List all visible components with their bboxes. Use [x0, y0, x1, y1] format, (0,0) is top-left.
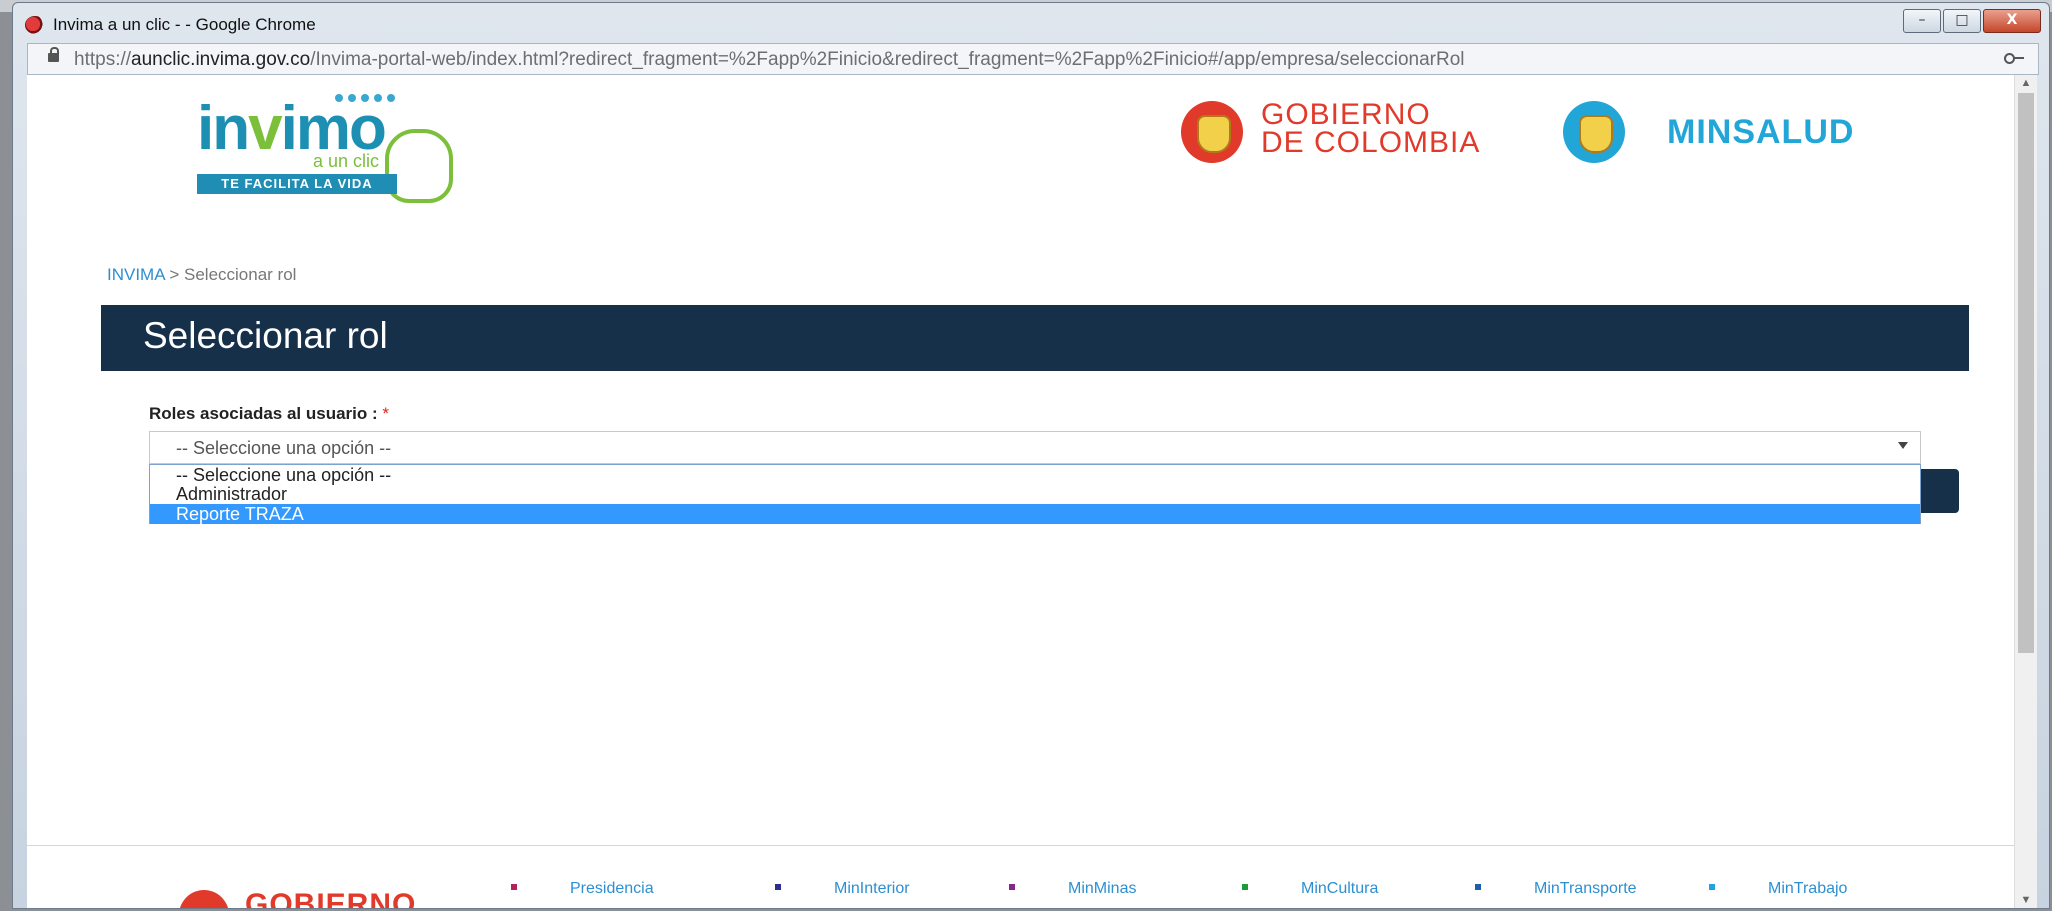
vertical-scrollbar[interactable]: ▲ ▼ — [2014, 75, 2037, 908]
footer-bullet-icon — [775, 884, 781, 890]
close-icon: X — [2006, 12, 2018, 28]
title-bar[interactable]: Invima a un clic - - Google Chrome – □ X — [13, 3, 2049, 37]
logo-sub: a un clic — [313, 151, 380, 171]
breadcrumb-current: Seleccionar rol — [184, 265, 297, 284]
footer-link[interactable]: MinInterior — [834, 880, 910, 898]
page-title-bar: Seleccionar rol — [101, 305, 1969, 371]
url-host: aunclic.invima.gov.co — [131, 49, 311, 70]
chevron-down-icon — [1898, 442, 1908, 449]
breadcrumb-separator: > — [164, 265, 184, 284]
scroll-up-icon[interactable]: ▲ — [2015, 75, 2037, 91]
footer: GOBIERNO Presidencia MinInterior MinMina… — [27, 845, 2015, 908]
url-path: /Invima-portal-web/index.html?redirect_f… — [310, 49, 1465, 70]
url-text[interactable]: https://aunclic.invima.gov.co/Invima-por… — [74, 49, 1465, 71]
footer-link[interactable]: MinMinas — [1068, 880, 1136, 898]
logo-dots — [335, 89, 415, 102]
page-viewport: invimo a un clic TE FACILITA LA VIDA GOB… — [27, 75, 2037, 908]
window-controls: – □ X — [1903, 9, 2041, 33]
dropdown-option[interactable]: Administrador — [150, 484, 1920, 504]
footer-bullet-icon — [1709, 884, 1715, 890]
footer-gobierno-seal-icon — [179, 890, 229, 908]
key-icon[interactable] — [2004, 52, 2024, 64]
footer-link[interactable]: MinTrabajo — [1768, 880, 1847, 898]
logo-tagline: TE FACILITA LA VIDA — [197, 174, 397, 194]
footer-bullet-icon — [1475, 884, 1481, 890]
breadcrumb-root-link[interactable]: INVIMA — [107, 265, 165, 284]
minsalud-seal-icon — [1563, 101, 1625, 163]
breadcrumb: INVIMA > Seleccionar rol — [107, 265, 296, 285]
roles-select-value: -- Seleccione una opción -- — [176, 438, 392, 458]
maximize-icon: □ — [1955, 12, 1969, 28]
minsalud-logo: MINSALUD — [1667, 113, 1855, 151]
scroll-thumb[interactable] — [2018, 93, 2034, 653]
url-scheme: https:// — [74, 49, 132, 70]
footer-link[interactable]: MinCultura — [1301, 880, 1378, 898]
logo-word-a: in — [197, 94, 250, 163]
invima-logo[interactable]: invimo a un clic TE FACILITA LA VIDA — [185, 89, 485, 209]
footer-bullet-icon — [511, 884, 517, 890]
chrome-app-icon — [25, 16, 45, 34]
logo-word-b: v — [248, 94, 283, 163]
close-button[interactable]: X — [1983, 9, 2041, 33]
dropdown-option[interactable]: -- Seleccione una opción -- — [150, 465, 1920, 485]
browser-window: Invima a un clic - - Google Chrome – □ X… — [12, 2, 2050, 909]
scroll-down-icon[interactable]: ▼ — [2015, 892, 2037, 908]
footer-link[interactable]: Presidencia — [570, 880, 654, 898]
roles-select[interactable]: -- Seleccione una opción -- — [149, 431, 1921, 464]
roles-label: Roles asociadas al usuario : * — [149, 404, 389, 424]
footer-link[interactable]: MinTransporte — [1534, 880, 1637, 898]
footer-bullet-icon — [1009, 884, 1015, 890]
minimize-icon: – — [1918, 12, 1926, 28]
required-mark: * — [382, 404, 390, 423]
lock-icon[interactable] — [48, 47, 59, 62]
footer-bullet-icon — [1242, 884, 1248, 890]
address-bar[interactable]: https://aunclic.invima.gov.co/Invima-por… — [27, 43, 2039, 75]
roles-dropdown-list: -- Seleccione una opción -- Administrado… — [149, 464, 1921, 524]
gobierno-line1: GOBIERNO — [1261, 98, 1431, 131]
maximize-button[interactable]: □ — [1943, 9, 1981, 33]
gobierno-line2: DE COLOMBIA — [1261, 126, 1481, 159]
window-title: Invima a un clic - - Google Chrome — [53, 15, 316, 34]
gobierno-seal-icon — [1181, 101, 1243, 163]
page-title: Seleccionar rol — [143, 315, 388, 356]
dropdown-option-highlighted[interactable]: Reporte TRAZA — [150, 504, 1920, 524]
roles-label-text: Roles asociadas al usuario : — [149, 404, 378, 423]
gobierno-logo: GOBIERNO DE COLOMBIA — [1261, 98, 1481, 159]
footer-gobierno: GOBIERNO — [245, 888, 417, 908]
minimize-button[interactable]: – — [1903, 9, 1941, 33]
